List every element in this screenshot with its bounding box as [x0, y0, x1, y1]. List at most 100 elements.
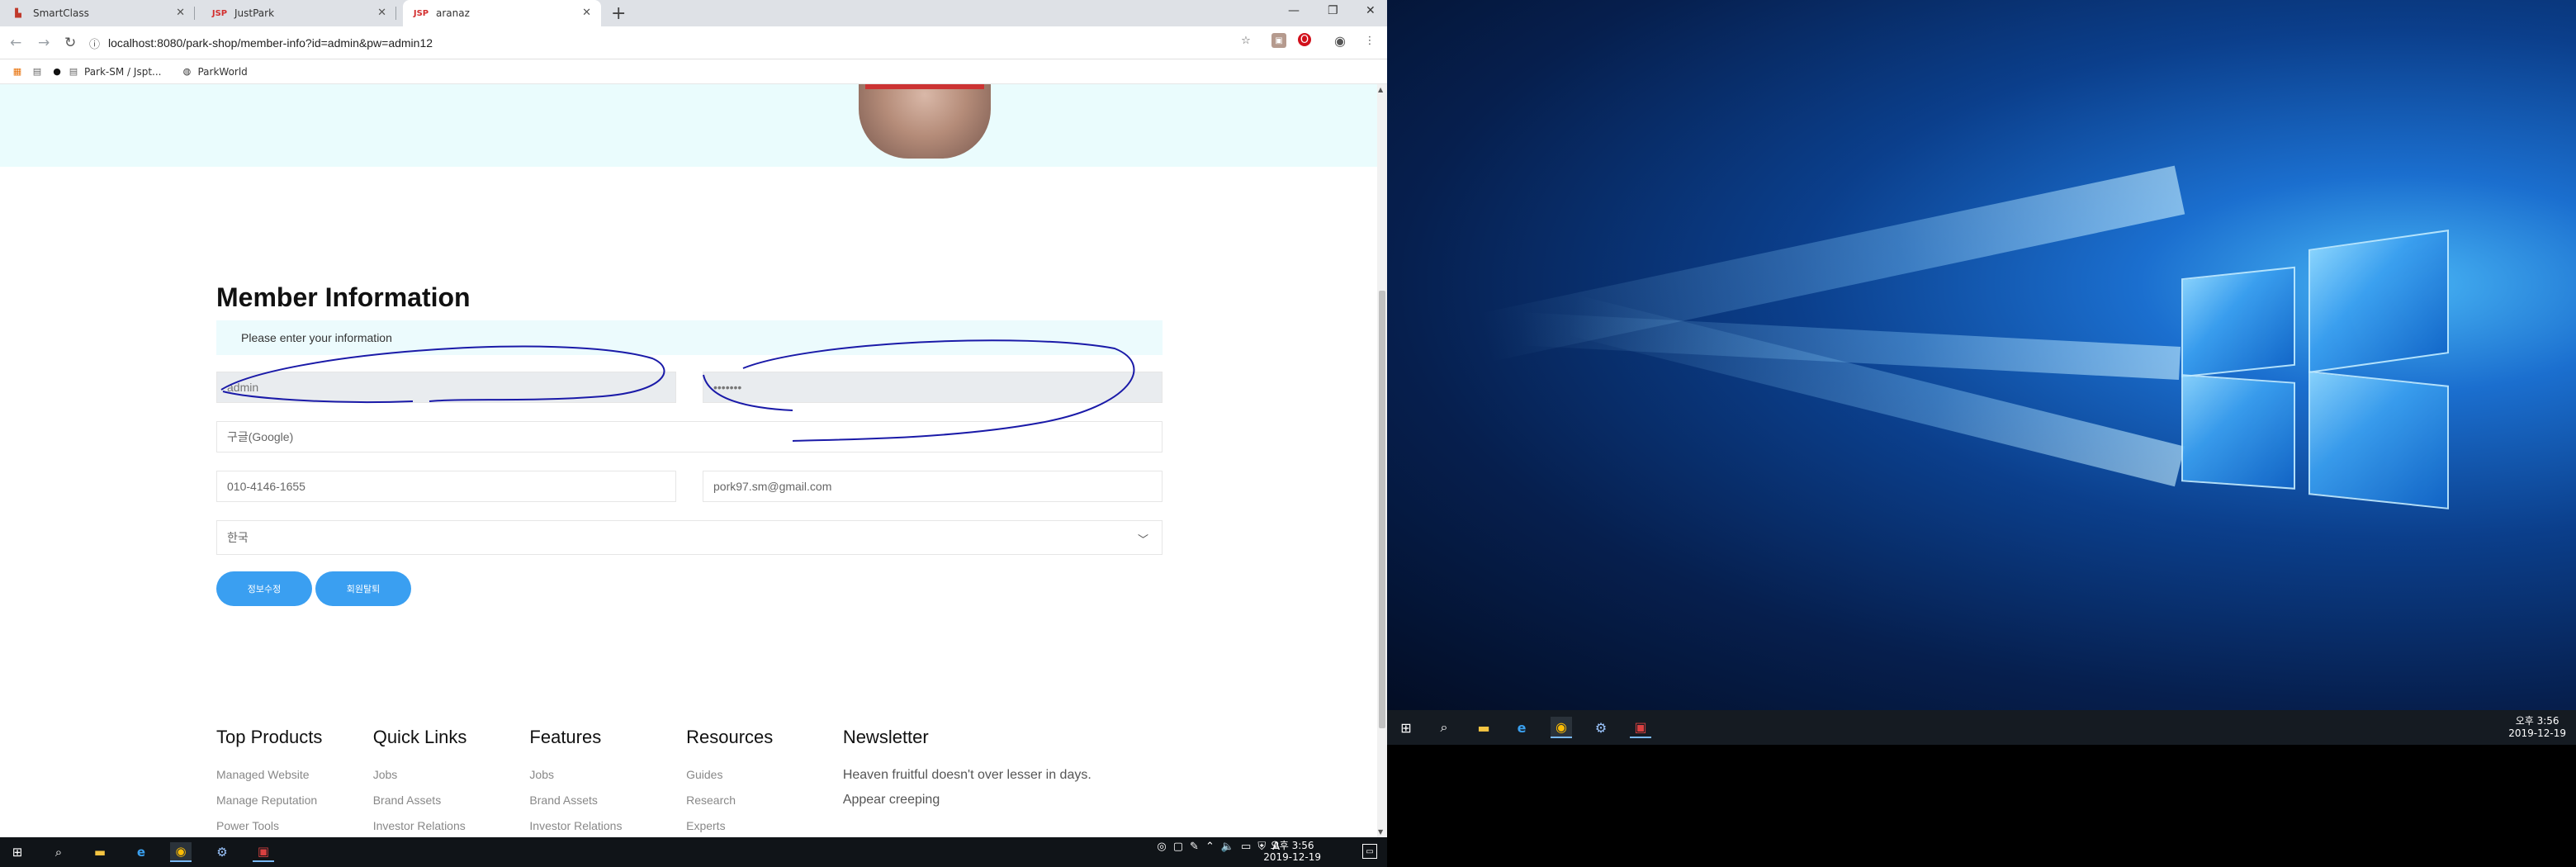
- file-explorer-icon[interactable]: ▬: [89, 842, 111, 862]
- bookmark-doc-icon[interactable]: ▤: [31, 66, 43, 78]
- back-icon[interactable]: ←: [10, 35, 21, 51]
- windows-logo-pane: [2181, 266, 2295, 378]
- footer-link[interactable]: Guides: [686, 768, 843, 794]
- chrome-icon[interactable]: ◉: [1551, 717, 1572, 738]
- windows-start-icon[interactable]: ⊞: [7, 842, 28, 862]
- newsletter-text: Heaven fruitful doesn't over lesser in d…: [842, 768, 1091, 782]
- footer-column-features: Features Jobs Brand Assets Investor Rela…: [529, 727, 686, 837]
- close-icon[interactable]: ✕: [582, 7, 591, 19]
- opera-icon[interactable]: O: [1298, 33, 1311, 46]
- address-bar[interactable]: ⓘ localhost:8080/park-shop/member-info?i…: [89, 31, 1270, 54]
- smartclass-icon: ▙: [15, 8, 21, 18]
- minimize-button[interactable]: —: [1288, 4, 1300, 17]
- page-scrollbar[interactable]: ▲ ▼: [1377, 84, 1387, 837]
- bookmarks-bar: ▦ ▤ ● ▤ Park-SM / Jspt... ◍ ParkWorld: [0, 59, 1387, 84]
- system-tray: ◎ ▢ ✎ ⌃ 🔈 ▭ ⛨ A: [1157, 841, 1280, 853]
- scroll-up-icon[interactable]: ▲: [1378, 86, 1383, 93]
- search-icon[interactable]: ⌕: [48, 842, 69, 862]
- scrollbar-thumb[interactable]: [1379, 291, 1385, 728]
- menu-icon[interactable]: ⋮: [1362, 33, 1377, 48]
- network-icon[interactable]: ▭: [1241, 841, 1251, 853]
- footer-link[interactable]: Managed Website: [216, 768, 373, 794]
- tab-label: aranaz: [436, 7, 470, 19]
- jsp-icon: JSP: [211, 8, 228, 18]
- tray-icon[interactable]: ◎: [1157, 841, 1166, 853]
- footer-link[interactable]: Brand Assets: [529, 794, 686, 819]
- network-tool-icon[interactable]: ⚙: [211, 842, 233, 862]
- edge-icon[interactable]: e: [130, 842, 152, 862]
- close-icon[interactable]: ✕: [377, 7, 386, 19]
- close-window-button[interactable]: ✕: [1366, 4, 1376, 17]
- footer-link[interactable]: Jobs: [373, 768, 530, 794]
- volume-icon[interactable]: 🔈: [1221, 841, 1234, 853]
- country-value: 한국: [227, 531, 249, 544]
- scroll-down-icon[interactable]: ▼: [1378, 828, 1383, 836]
- id-field[interactable]: admin: [216, 372, 676, 403]
- extension-icon[interactable]: ▣: [1271, 33, 1286, 48]
- network-tool-icon[interactable]: ⚙: [1590, 717, 1612, 738]
- footer-link[interactable]: Manage Reputation: [216, 794, 373, 819]
- chrome-icon[interactable]: ◉: [170, 842, 192, 862]
- footer-link[interactable]: Investor Relations: [373, 819, 530, 837]
- bookmark-github[interactable]: ● ▤ Park-SM / Jspt...: [51, 66, 161, 78]
- footer-column-top-products: Top Products Managed Website Manage Repu…: [216, 727, 373, 837]
- page-viewport: Member Information Please enter your inf…: [0, 84, 1377, 837]
- tray-icon[interactable]: ⌃: [1205, 841, 1215, 853]
- edge-icon[interactable]: e: [1511, 717, 1532, 738]
- withdraw-button[interactable]: 회원탈퇴: [315, 571, 411, 606]
- github-icon: ●: [53, 66, 61, 77]
- wallpaper-light-beam: [1565, 294, 2185, 487]
- close-icon[interactable]: ✕: [176, 7, 185, 19]
- site-footer: Top Products Managed Website Manage Repu…: [216, 727, 1163, 837]
- taskbar-clock[interactable]: 오후 3:56 2019-12-19: [1263, 840, 1321, 863]
- page-title: Member Information: [216, 282, 471, 312]
- taskbar-clock[interactable]: 오후 3:56 2019-12-19: [2508, 715, 2566, 740]
- footer-heading: Quick Links: [372, 727, 467, 747]
- tab-aranaz[interactable]: JSP aranaz ✕: [403, 0, 601, 26]
- page-icon: ▤: [69, 66, 78, 77]
- update-info-button[interactable]: 정보수정: [216, 571, 312, 606]
- footer-heading: Top Products: [216, 727, 323, 747]
- notification-icon[interactable]: ▭: [1362, 844, 1377, 859]
- apps-icon[interactable]: ▦: [12, 66, 23, 78]
- member-info-form: Member Information Please enter your inf…: [216, 282, 1163, 606]
- taskbar-left: ⊞ ⌕ ▬ e ◉ ⚙ ▣ ◎ ▢ ✎ ⌃ 🔈 ▭ ⛨ A 오후 3:56 20…: [0, 837, 1387, 867]
- app-icon[interactable]: ▣: [253, 842, 274, 862]
- bookmark-star-icon[interactable]: ☆: [1238, 33, 1253, 48]
- notice-banner: Please enter your information: [216, 320, 1163, 355]
- footer-link[interactable]: Experts: [686, 819, 843, 837]
- footer-heading: Features: [529, 727, 602, 747]
- tab-justpark[interactable]: JSP JustPark ✕: [201, 0, 396, 26]
- footer-heading: Resources: [686, 727, 774, 747]
- windows-logo-pane: [2308, 230, 2449, 373]
- product-image-band: [865, 84, 984, 89]
- url-text: localhost:8080/park-shop/member-info?id=…: [108, 36, 433, 50]
- reload-icon[interactable]: ↻: [64, 35, 76, 51]
- taskbar-right: ⊞ ⌕ ▬ e ◉ ⚙ ▣ 오후 3:56 2019-12-19: [1387, 710, 2576, 745]
- footer-link[interactable]: Research: [686, 794, 843, 819]
- phone-field[interactable]: 010-4146-1655: [216, 471, 676, 502]
- footer-link[interactable]: Investor Relations: [529, 819, 686, 837]
- jsp-icon: JSP: [413, 8, 429, 18]
- bookmark-parkworld[interactable]: ◍ ParkWorld: [181, 66, 248, 78]
- footer-link[interactable]: Power Tools: [216, 819, 373, 837]
- new-tab-button[interactable]: +: [611, 3, 626, 24]
- windows-start-icon[interactable]: ⊞: [1395, 717, 1417, 738]
- email-field[interactable]: pork97.sm@gmail.com: [703, 471, 1163, 502]
- password-field[interactable]: •••••••: [703, 372, 1163, 403]
- search-icon[interactable]: ⌕: [1433, 717, 1455, 738]
- app-icon[interactable]: ▣: [1630, 717, 1651, 738]
- tray-icon[interactable]: ✎: [1190, 841, 1199, 853]
- footer-link[interactable]: Brand Assets: [373, 794, 530, 819]
- restore-button[interactable]: ❐: [1328, 4, 1338, 17]
- tray-icon[interactable]: ▢: [1173, 841, 1183, 853]
- info-icon[interactable]: ⓘ: [89, 36, 100, 51]
- footer-column-resources: Resources Guides Research Experts: [686, 727, 843, 837]
- file-explorer-icon[interactable]: ▬: [1473, 717, 1494, 738]
- name-field[interactable]: 구글(Google): [216, 421, 1163, 452]
- tab-smartclass[interactable]: ▙ SmartClass ✕: [0, 0, 195, 26]
- footer-link[interactable]: Jobs: [529, 768, 686, 794]
- country-select[interactable]: 한국 ﹀: [216, 520, 1163, 555]
- profile-icon[interactable]: ◉: [1333, 33, 1347, 49]
- forward-icon[interactable]: →: [38, 35, 50, 51]
